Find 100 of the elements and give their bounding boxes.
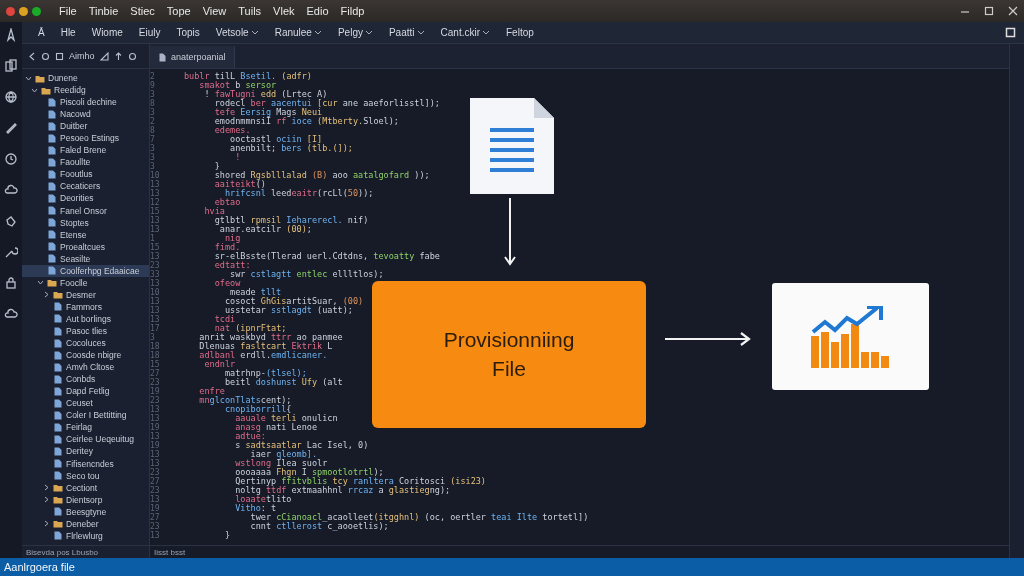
line-number: 8 [150,126,155,135]
menu-item[interactable]: Tinbie [82,5,125,17]
tree-item[interactable]: Amvh Cltose [22,361,149,374]
editor-tab[interactable]: anaterpoanial [150,46,235,68]
tree-item[interactable]: Pasoc tlies [22,325,149,338]
code-line: tefe Eersig Mags Neui [213,108,323,117]
menu-item[interactable]: Tuils [232,5,268,17]
line-number: 9 [150,81,155,90]
tree-item[interactable]: Dientsorp [22,493,149,506]
toolbar-menu[interactable]: Topis [168,27,208,38]
line-number: 3 [150,90,155,99]
code-line: meade tllt [229,288,282,297]
tree-item[interactable]: Piscoli dechine [22,96,149,109]
line-number: 27 [150,477,160,486]
tree-item[interactable]: Fooutlus [22,168,149,181]
tree-item[interactable]: Seco tou [22,469,149,482]
line-number: 15 [150,207,160,216]
toolbar-menu[interactable]: Wiome [83,27,131,38]
toolbar-menu[interactable]: Vetsole [207,27,267,38]
tree-item[interactable]: Flrlewlurg [22,529,149,542]
zoom-button[interactable] [32,6,41,16]
tree-item[interactable]: Coolferhpg Edaaicae [22,264,149,277]
tree-item[interactable]: Cectiont [22,481,149,494]
toolbar-menu[interactable]: Eiuly [130,27,169,38]
tree-item[interactable]: Dunene [22,72,149,85]
line-number: 23 [150,261,160,270]
code-line: emodnmmnsiI rf ioce (Mtberty.Sloel); [213,117,399,126]
tree-item[interactable]: Reedidg [22,84,149,97]
close-button[interactable] [6,6,15,16]
tree-item[interactable]: Proealtcues [22,240,149,253]
tree-item[interactable]: Fammors [22,300,149,313]
toolbar-menu[interactable]: Ā [30,27,53,38]
tree-item[interactable]: Faled Brene [22,144,149,157]
tree-item[interactable]: Cecaticers [22,180,149,193]
toolbar-menu[interactable]: Pelgy [329,27,381,38]
tree-item[interactable]: Coosde nbigre [22,349,149,362]
line-number: 12 [150,198,160,207]
tree-item[interactable]: Stoptes [22,216,149,229]
panel-label: Bisevda pos Lbusbo [26,547,99,557]
menu-item[interactable]: View [196,5,233,17]
tree-item[interactable]: Deneber [22,517,149,530]
menu-item[interactable]: File [53,5,83,17]
file-icon [53,531,63,541]
tree-label: Faoullte [60,157,91,168]
code-line: ! fawTugni edd (Lrtec A) [203,90,328,99]
toolbar-menu[interactable]: Paatti [380,27,433,38]
tree-item[interactable]: Fooclle [22,276,149,289]
close-icon [1008,6,1018,16]
toolbar-menu[interactable]: Cant.ckir [432,27,498,38]
tree-item[interactable]: Aut borlings [22,312,149,325]
tree-item[interactable]: Feirlag [22,421,149,434]
tree-label: Fifisencndes [66,458,114,469]
line-number: 27 [150,513,160,522]
tree-item[interactable]: Seasilte [22,252,149,265]
tree-item[interactable]: Dapd Fetlig [22,385,149,398]
tree-item[interactable]: Beesgtyne [22,505,149,518]
tree-label: Dapd Fetlig [66,386,110,397]
tree-item[interactable]: Desmer [22,288,149,301]
code-line: noltg ttdf extmaahhnl rrcaz a glastiegng); [234,486,451,495]
line-number: 13 [150,432,160,441]
line-number: 10 [150,171,160,180]
menu-item[interactable]: Tope [160,5,197,17]
menu-item[interactable]: Fildp [334,5,371,17]
tree-item[interactable]: Pesoeo Estings [22,132,149,145]
menu-item[interactable]: Stiec [124,5,161,17]
new-file-icon [99,51,109,61]
menu-item[interactable]: Edio [300,5,335,17]
code-line: bublr tilL Bsetil. (adfr) [184,72,312,81]
line-number: 1 [150,234,155,243]
toolbar-menu[interactable]: Feltop [498,27,542,38]
tree-item[interactable]: Ceirlee Ueqeuitug [22,433,149,446]
globe-icon [4,90,18,104]
tree-label: Ceirlee Ueqeuitug [66,434,135,445]
square-icon [55,51,64,61]
tree-item[interactable]: Duitber [22,120,149,133]
code-line: ebtao [213,198,241,207]
minimize-button[interactable] [19,6,28,16]
tree-item[interactable]: Deritey [22,445,149,458]
tree-item[interactable]: Fanel Onsor [22,204,149,217]
tree-item[interactable]: Nacowd [22,108,149,121]
tree-item[interactable]: Etense [22,228,149,241]
toolbar-menu[interactable]: Ranulee [266,27,330,38]
tree-item[interactable]: Faoullte [22,156,149,169]
tree-item[interactable]: Cocoluces [22,337,149,350]
tree-label: Desmer [66,289,96,300]
line-number: 13 [150,279,160,288]
toolbar-menu[interactable]: Hle [52,27,84,38]
tree-label: Beesgtyne [66,506,107,517]
line-number: 19 [150,423,160,432]
code-line: sr-elBsste(Tlerad uerl.Cdtdns, tevoatty fabe [213,252,440,261]
menu-item[interactable]: Vlek [267,5,301,17]
tree-item[interactable]: Deorities [22,192,149,205]
line-number: 33 [150,270,160,279]
tree-item[interactable]: Fifisencndes [22,457,149,470]
tree-item[interactable]: Conbds [22,373,149,386]
tree-item[interactable]: Ceuset [22,397,149,410]
tree-item[interactable]: Coler I Bettitting [22,409,149,422]
document-icon [470,98,554,194]
code-line: adlbanl erdll.emdlicaner. [198,351,328,360]
code-line: cnopiborrill{ [224,405,292,414]
